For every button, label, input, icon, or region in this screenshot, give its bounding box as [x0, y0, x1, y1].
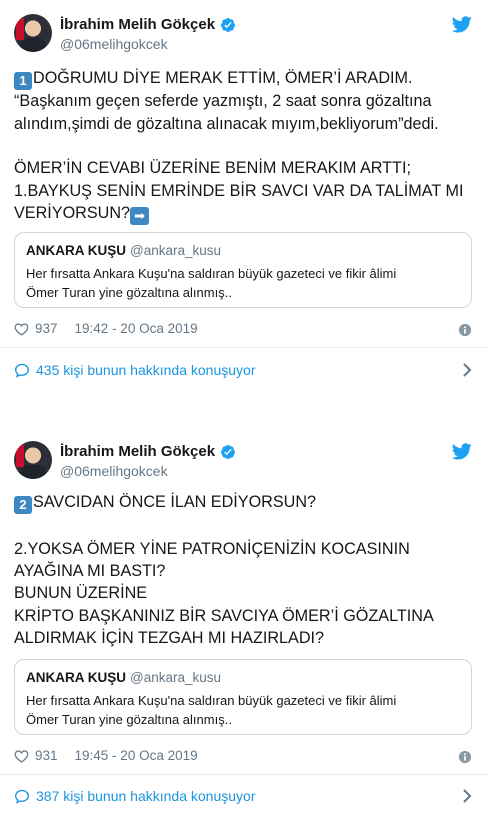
quoted-author-handle: @ankara_kusu: [130, 670, 222, 685]
tweet-meta: 937 19:42 - 20 Oca 2019: [14, 321, 198, 336]
divider: [0, 774, 488, 775]
speech-bubble-icon: [14, 789, 30, 804]
conversation-text: 387 kişi bunun hakkında konuşuyor: [36, 788, 256, 804]
avatar[interactable]: [14, 14, 52, 52]
timestamp[interactable]: 19:45 - 20 Oca 2019: [75, 748, 198, 763]
heart-icon[interactable]: [14, 749, 29, 763]
quoted-line: Her fırsatta Ankara Kuşu'na saldıran büy…: [26, 693, 397, 708]
keycap-one-icon: 1: [14, 72, 32, 90]
tweet-line: alındım,şimdi de gözaltına alınacak mıyı…: [14, 115, 439, 133]
author-handle[interactable]: @06melihgokcek: [60, 36, 168, 52]
tweet-line: VERİYORSUN? ➡: [14, 202, 476, 225]
quoted-line: Ömer Turan yine gözaltına alınmış..: [26, 285, 232, 300]
tweet-card[interactable]: İbrahim Melih Gökçek @06melihgokcek 2 SAV…: [0, 427, 488, 813]
tweet-separator: [0, 390, 488, 427]
tweet-line: ÖMER’İN CEVABI ÜZERİNE BENİM MERAKIM ART…: [14, 159, 411, 177]
quoted-tweet-header: ANKARA KUŞU @ankara_kusu: [26, 243, 221, 258]
quoted-line: Her fırsatta Ankara Kuşu'na saldıran büy…: [26, 266, 397, 281]
quoted-tweet[interactable]: ANKARA KUŞU @ankara_kusu Her fırsatta Ank…: [14, 232, 472, 308]
like-count: 931: [35, 748, 58, 763]
tweet-line: ALDIRMAK İÇİN TEZGAH MI HAZIRLADI?: [14, 629, 325, 647]
quoted-tweet-body: Her fırsatta Ankara Kuşu'na saldıran büy…: [26, 264, 456, 302]
keycap-two-icon: 2: [14, 496, 32, 514]
tweet-line: 2 SAVCIDAN ÖNCE İLAN EDİYORSUN?: [14, 491, 476, 514]
quoted-line: Ömer Turan yine gözaltına alınmış..: [26, 712, 232, 727]
quoted-author-name: ANKARA KUŞU: [26, 670, 126, 685]
twitter-bird-icon[interactable]: [452, 16, 472, 33]
tweet-line: KRİPTO BAŞKANINIZ BİR SAVCIYA ÖMER’İ GÖZ…: [14, 607, 434, 625]
quoted-author-name: ANKARA KUŞU: [26, 243, 126, 258]
right-arrow-icon: ➡: [130, 207, 150, 225]
like-count: 937: [35, 321, 58, 336]
tweet-card[interactable]: İbrahim Melih Gökçek @06melihgokcek 1 DOĞ…: [0, 0, 488, 390]
tweet-line: AYAĞINA MI BASTI?: [14, 562, 166, 580]
heart-icon[interactable]: [14, 322, 29, 336]
info-icon[interactable]: [458, 323, 472, 337]
tweet-line: 2.YOKSA ÖMER YİNE PATRONİÇENİZİN KOCASIN…: [14, 540, 410, 558]
author-name[interactable]: İbrahim Melih Gökçek: [60, 16, 215, 33]
tweet-meta: 931 19:45 - 20 Oca 2019: [14, 748, 198, 763]
conversation-text: 435 kişi bunun hakkında konuşuyor: [36, 362, 256, 378]
author-row: İbrahim Melih Gökçek: [60, 443, 236, 460]
verified-badge-icon: [221, 444, 236, 459]
verified-badge-icon: [221, 17, 236, 32]
avatar[interactable]: [14, 441, 52, 479]
quoted-author-handle: @ankara_kusu: [130, 243, 222, 258]
speech-bubble-icon: [14, 363, 30, 378]
timestamp[interactable]: 19:42 - 20 Oca 2019: [75, 321, 198, 336]
info-icon[interactable]: [458, 750, 472, 764]
quoted-tweet-body: Her fırsatta Ankara Kuşu'na saldıran büy…: [26, 691, 456, 729]
divider: [0, 347, 488, 348]
chevron-right-icon[interactable]: [462, 362, 472, 378]
quoted-tweet[interactable]: ANKARA KUŞU @ankara_kusu Her fırsatta Ank…: [14, 659, 472, 735]
quoted-tweet-header: ANKARA KUŞU @ankara_kusu: [26, 670, 221, 685]
author-name[interactable]: İbrahim Melih Gökçek: [60, 443, 215, 460]
conversation-link[interactable]: 387 kişi bunun hakkında konuşuyor: [14, 788, 255, 804]
author-handle[interactable]: @06melihgokcek: [60, 463, 168, 479]
tweet-line: BUNUN ÜZERİNE: [14, 584, 148, 602]
twitter-bird-icon[interactable]: [452, 443, 472, 460]
tweet-line: 1 DOĞRUMU DİYE MERAK ETTİM, ÖMER’İ ARADIM…: [14, 67, 476, 90]
chevron-right-icon[interactable]: [462, 788, 472, 804]
tweet-line: 1.BAYKUŞ SENİN EMRİNDE BİR SAVCI VAR DA …: [14, 182, 464, 200]
tweet-line: “Başkanım geçen seferde yazmıştı, 2 saat…: [14, 92, 432, 110]
conversation-link[interactable]: 435 kişi bunun hakkında konuşuyor: [14, 362, 255, 378]
author-row: İbrahim Melih Gökçek: [60, 16, 236, 33]
